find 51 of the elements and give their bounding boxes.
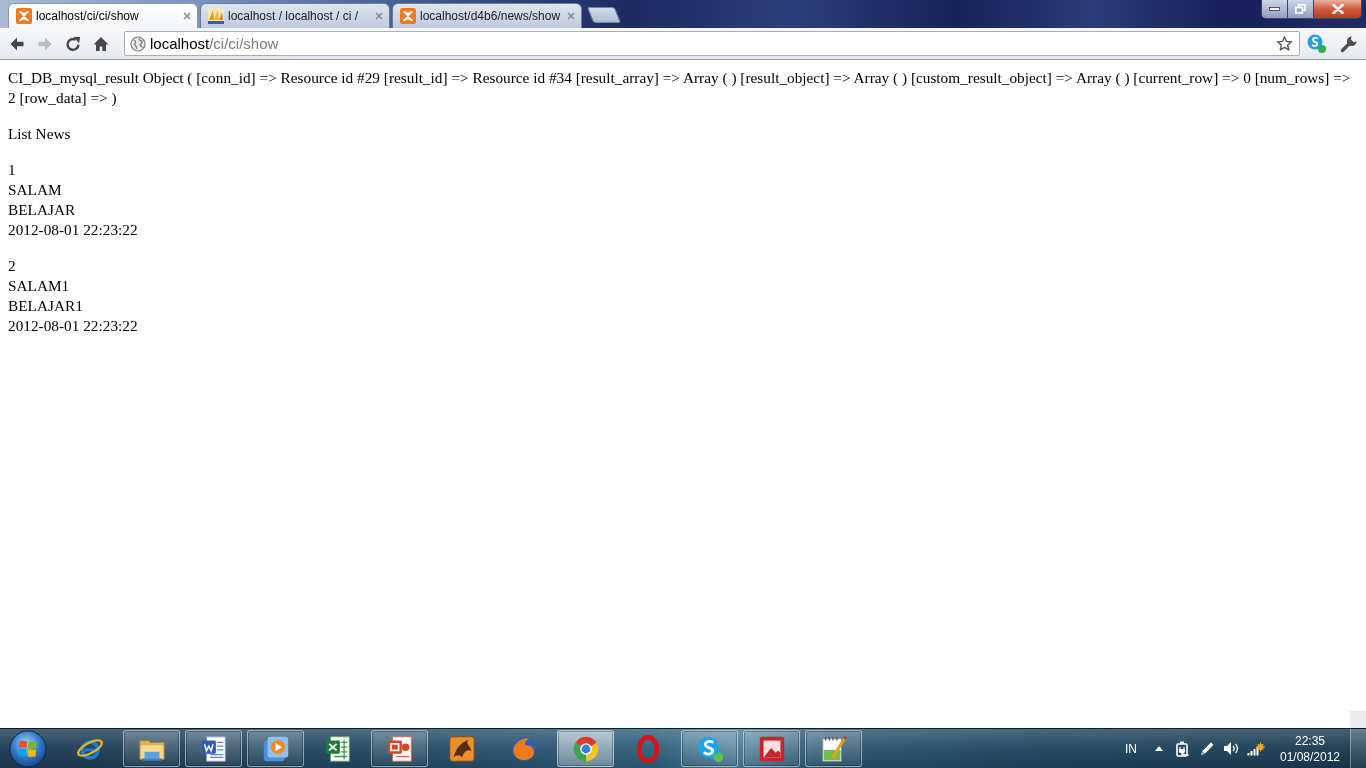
news-body: BELAJAR <box>8 200 77 220</box>
news-body: BELAJAR1 <box>8 296 84 316</box>
pen-icon <box>1199 741 1215 756</box>
cross-tile-icon <box>400 8 416 24</box>
forward-arrow-icon <box>37 35 53 52</box>
language-indicator[interactable]: IN <box>1119 741 1143 756</box>
taskbar-button[interactable] <box>185 730 242 767</box>
sail-icon <box>208 8 224 24</box>
news-title: SALAM <box>8 180 63 200</box>
show-desktop-button[interactable] <box>1350 729 1366 768</box>
close-button[interactable] <box>1314 0 1362 19</box>
news-title: SALAM1 <box>8 276 71 296</box>
news-id: 2 <box>8 256 17 276</box>
debug-output: CI_DB_mysql_result Object ( [conn_id] => Resource id #29 [result_id] => Resource id #34 [result_array] => Array ( ) [result_object] => Array ( ) [custom_result_object] => Array ( ) [current_row] => 0 [num_rows] => 2 [row_data] => ) <box>8 68 1352 108</box>
restore-button[interactable] <box>1288 0 1314 19</box>
windows-orb-icon <box>9 729 47 768</box>
news-date: 2012-08-01 22:23:22 <box>8 316 139 336</box>
wrench-icon <box>1340 34 1358 53</box>
globe-icon <box>130 35 146 52</box>
taskbar-button[interactable] <box>681 730 738 767</box>
browser-tab[interactable]: localhost/ci/ci/show <box>8 3 198 28</box>
restore-icon <box>1295 4 1306 14</box>
taskbar-button[interactable] <box>805 730 862 767</box>
chat-cloud-icon <box>1306 34 1326 53</box>
signal-bars-icon <box>1247 741 1265 756</box>
speaker-icon <box>1223 741 1239 756</box>
news-id: 1 <box>8 160 17 180</box>
taskbar-button[interactable] <box>123 730 180 767</box>
back-arrow-icon <box>9 35 25 52</box>
minimize-icon <box>1269 7 1280 11</box>
close-icon <box>1331 4 1344 14</box>
taskbar-button[interactable] <box>743 730 800 767</box>
taskbar-button[interactable] <box>247 730 304 767</box>
address-field[interactable]: localhost/ci/ci/show <box>124 31 1300 56</box>
minimize-button[interactable] <box>1261 0 1288 19</box>
news-date: 2012-08-01 22:23:22 <box>8 220 139 240</box>
clock[interactable]: 22:35 01/08/2012 <box>1274 732 1346 765</box>
home-icon <box>93 35 109 52</box>
list-heading: List News <box>8 124 72 144</box>
star-icon[interactable] <box>1276 35 1293 52</box>
cross-tile-icon <box>16 8 32 24</box>
plug-icon <box>1176 740 1190 757</box>
reload-icon <box>65 35 81 52</box>
browser-tab[interactable]: localhost / localhost / ci / <box>200 3 390 28</box>
dragon-icon <box>446 733 477 764</box>
window-corner <box>1350 711 1366 728</box>
browser-tab[interactable]: localhost/d4b6/news/show <box>392 3 582 28</box>
taskbar-button[interactable] <box>371 730 428 767</box>
close-icon[interactable] <box>183 12 191 20</box>
new-tab-button[interactable] <box>586 7 622 23</box>
caret-up-icon <box>1155 746 1163 751</box>
